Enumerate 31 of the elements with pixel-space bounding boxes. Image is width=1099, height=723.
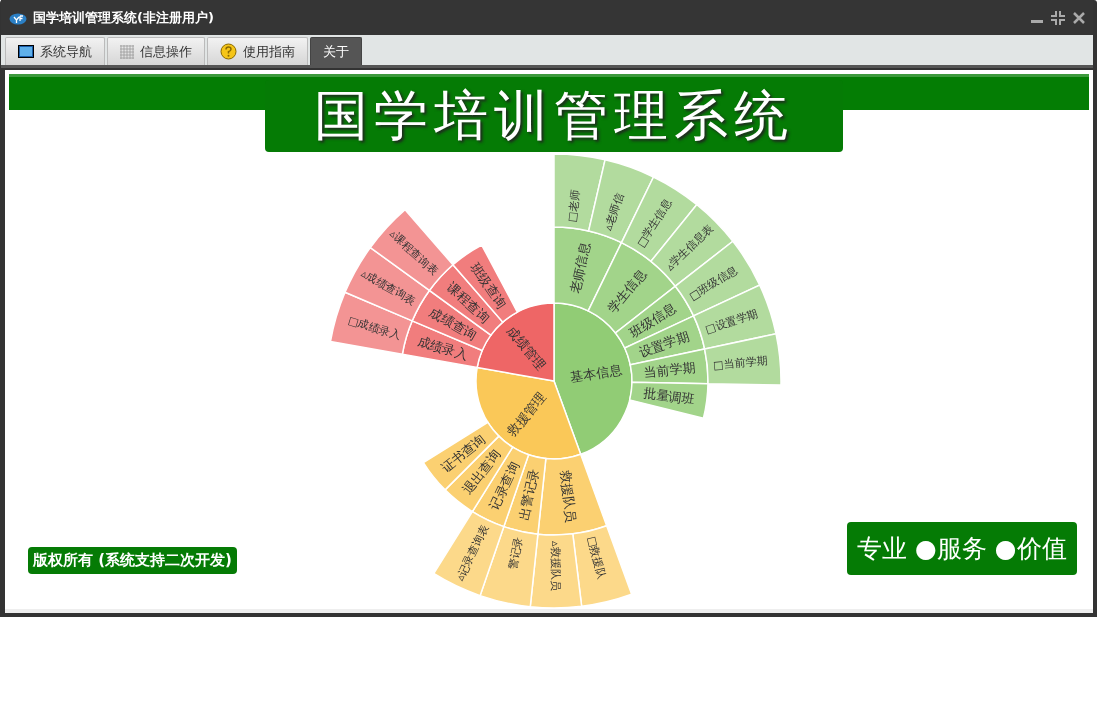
tab[interactable]: 关于: [310, 37, 362, 65]
help-icon: [220, 43, 237, 60]
tab[interactable]: 信息操作: [107, 37, 205, 65]
tab[interactable]: 使用指南: [207, 37, 308, 65]
segment-label: 老师信息: [566, 240, 594, 295]
segment-label: 当前学期: [642, 359, 697, 380]
segment-label: □老师: [565, 189, 583, 223]
copyright-badge: 版权所有 (系统支持二次开发): [28, 547, 237, 574]
slogan-badge: 专业 ●服务 ●价值: [847, 522, 1077, 575]
monitor-icon: [18, 45, 34, 58]
close-icon[interactable]: [1073, 11, 1085, 24]
segment-label: □设置学期: [703, 306, 760, 337]
segment-label: 批量调班: [642, 385, 696, 407]
segment-label: □当前学期: [712, 354, 769, 373]
segment-label: 基本信息: [569, 361, 624, 386]
segment-label: ▵老师信: [601, 191, 627, 233]
segment-label: ▵救援队员: [548, 540, 563, 591]
segment-label: ▵记录查询表: [453, 522, 491, 583]
segment-label: 学生信息: [604, 265, 650, 316]
segment-label: 警记录: [505, 535, 526, 571]
sunburst-segment[interactable]: [703, 333, 782, 386]
sunburst-segment[interactable]: [628, 381, 709, 419]
grid-icon: [120, 44, 134, 59]
segment-label: 救援管理: [503, 389, 549, 439]
segment-label: □救援队: [585, 535, 608, 581]
window-title: 国学培训管理系统(非注册用户): [33, 8, 214, 27]
tab[interactable]: 系统导航: [5, 37, 105, 65]
segment-label: 成绩管理: [503, 323, 549, 373]
restore-icon[interactable]: [1051, 10, 1065, 25]
segment-label: □成绩录入: [346, 313, 403, 342]
segment-label: 救援队员: [557, 469, 579, 523]
